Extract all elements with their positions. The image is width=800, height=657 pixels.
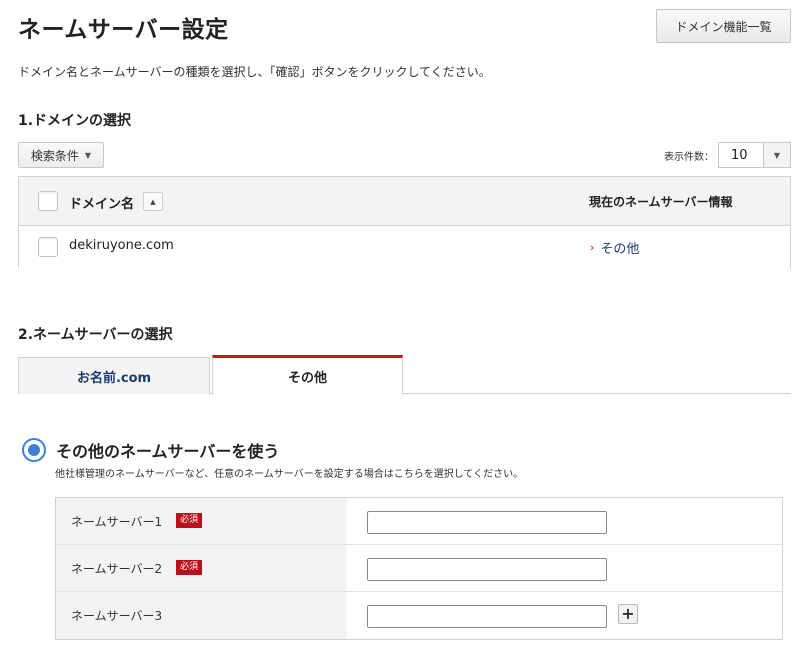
table-row: dekiruyone.com › その他 — [19, 226, 790, 269]
nameserver-label-cell: ネームサーバー3 — [56, 592, 347, 639]
other-nameserver-option[interactable]: その他のネームサーバーを使う — [22, 438, 279, 462]
filter-button[interactable]: 検索条件 ▼ — [18, 142, 104, 168]
nameserver-label: ネームサーバー3 — [71, 609, 163, 623]
tab-onamae[interactable]: お名前.com — [18, 357, 210, 394]
intro-text: ドメイン名とネームサーバーの種類を選択し、「確認」ボタンをクリックしてください。 — [18, 65, 491, 79]
row-checkbox[interactable] — [38, 237, 58, 257]
domain-table-header: ドメイン名 ▲ 現在のネームサーバー情報 — [19, 177, 790, 226]
nameserver-row: ネームサーバー2 必須 — [56, 545, 782, 592]
section-domain-title: 1.ドメインの選択 — [18, 113, 132, 129]
chevron-down-icon: ▼ — [763, 143, 790, 167]
display-count-select[interactable]: 10 ▼ — [718, 142, 791, 168]
nameserver-3-input[interactable] — [367, 605, 607, 628]
add-nameserver-button[interactable]: + — [618, 604, 638, 624]
column-current-ns: 現在のネームサーバー情報 — [589, 195, 733, 209]
nameserver-2-input[interactable] — [367, 558, 607, 581]
radio-selected-dot — [28, 444, 40, 456]
chevron-right-icon: › — [590, 241, 595, 254]
radio-description: 他社様管理のネームサーバーなど、任意のネームサーバーを設定する場合はこちらを選択… — [55, 469, 524, 480]
ns-info-link[interactable]: › その他 — [590, 238, 639, 257]
nameserver-table: ネームサーバー1 必須 ネームサーバー2 必須 ネームサーバー3 + — [55, 497, 783, 640]
caret-down-icon: ▼ — [84, 150, 92, 160]
radio-label: その他のネームサーバーを使う — [56, 442, 280, 461]
plus-icon: + — [621, 604, 635, 623]
page-title: ネームサーバー設定 — [18, 17, 229, 43]
domain-name-cell: dekiruyone.com — [69, 238, 174, 253]
domain-functions-button[interactable]: ドメイン機能一覧 — [656, 9, 791, 43]
nameserver-row: ネームサーバー3 + — [56, 592, 782, 639]
filter-button-label: 検索条件 — [30, 148, 79, 163]
ns-info-text: その他 — [600, 242, 640, 257]
section-nameserver-title: 2.ネームサーバーの選択 — [18, 327, 173, 343]
required-badge: 必須 — [176, 513, 203, 528]
radio-button[interactable] — [22, 438, 46, 462]
nameserver-label: ネームサーバー1 — [71, 515, 163, 529]
nameserver-label: ネームサーバー2 — [71, 562, 163, 576]
display-count-label: 表示件数： — [664, 152, 714, 163]
nameserver-label-cell: ネームサーバー1 必須 — [56, 498, 347, 544]
nameserver-label-cell: ネームサーバー2 必須 — [56, 545, 347, 591]
nameserver-row: ネームサーバー1 必須 — [56, 498, 782, 545]
select-all-checkbox[interactable] — [38, 191, 58, 211]
domain-table: ドメイン名 ▲ 現在のネームサーバー情報 dekiruyone.com › その… — [18, 176, 791, 269]
nameserver-tabs: お名前.com その他 — [18, 355, 791, 395]
display-count-value: 10 — [731, 147, 748, 163]
column-domain-name: ドメイン名 — [69, 197, 135, 212]
sort-button[interactable]: ▲ — [143, 192, 163, 211]
nameserver-1-input[interactable] — [367, 511, 607, 534]
sort-ascending-icon: ▲ — [150, 197, 156, 206]
tab-other[interactable]: その他 — [212, 355, 403, 395]
required-badge: 必須 — [176, 560, 203, 575]
